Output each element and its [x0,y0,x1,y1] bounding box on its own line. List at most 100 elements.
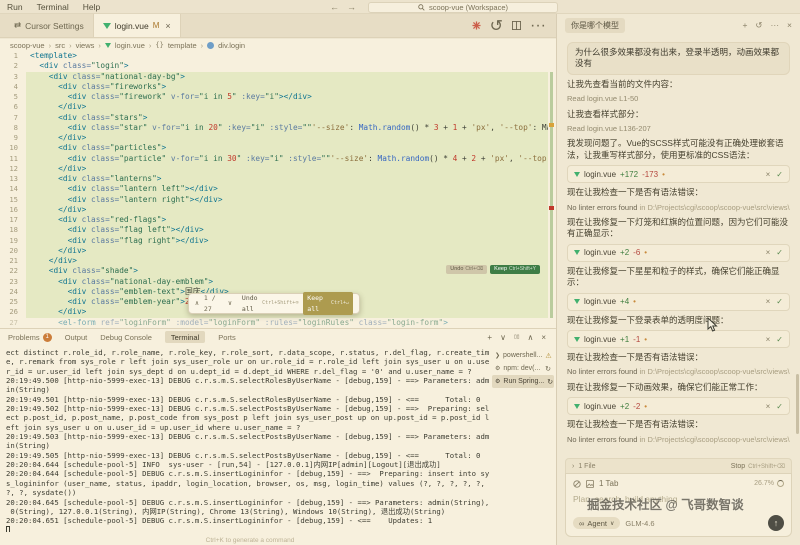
close-tab-icon[interactable]: × [165,21,170,31]
undo-button[interactable]: UndoCtrl+⌫ [446,265,487,274]
editor-tabbar: ⇄ Cursor Settings login.vue M × ↺ ··· [0,14,556,38]
next-diff-icon[interactable]: ∨ [228,298,232,308]
tab-context-chip[interactable]: 1 Tab [599,479,618,488]
panel-tab-label: Debug Console [100,333,152,342]
menubar: RunTerminalHelp ← → scoop-vue (Workspace… [0,0,800,14]
line-number: 20 [0,246,26,256]
code-text: <div class="national-day-bg"> [26,72,548,82]
chat-input[interactable]: Plan, search, build anything [573,494,784,504]
panel-tab-ports[interactable]: Ports [218,333,236,342]
code-line: 10 <div class="particles"> [0,143,556,153]
chat-scrollbar[interactable] [796,374,799,434]
reject-icon[interactable]: × [766,297,771,306]
terminal-dropdown-icon[interactable]: ∨ [500,333,506,342]
diff-card[interactable]: login.vue+4•×✓ [567,293,790,311]
code-editor[interactable]: 1<template>2 <div class="login">3 <div c… [0,51,556,328]
code-line: 7 <div class="stars"> [0,113,556,123]
history-icon[interactable]: ↺ [755,20,762,31]
stop-button[interactable]: StopCtrl+Shift+⌫ [731,463,785,470]
keep-all-button[interactable]: Keep allCtrl+↵ [303,292,353,316]
diff-card[interactable]: login.vue+172-173•×✓ [567,165,790,183]
assistant-message: 我发现问题了。Vue的SCSS样式可能没有正确处理嵌套语法，让我重写样式部分，使… [567,138,790,161]
close-panel-icon[interactable]: × [541,333,546,342]
code-text: <div class="lantern right"></div> [26,195,548,205]
diff-card[interactable]: login.vue+1-1•×✓ [567,330,790,348]
line-number: 16 [0,205,26,215]
breadcrumb-item[interactable]: src [55,41,65,50]
tool-call: Read login.vue L1-50 [567,94,790,104]
undo-all-button[interactable]: Undo allCtrl+Shift+⌫ [242,293,298,314]
diff-card[interactable]: login.vue+2-6•×✓ [567,244,790,262]
discard-changes-icon[interactable]: ↺ [490,16,503,36]
terminal-session-powershell[interactable]: ❯powershell...⚠ [492,349,554,362]
conflict-alert-icon[interactable] [472,21,481,30]
composer-bottom-bar: ∞ Agent ∨ GLM-4.6 ↑ [573,515,784,531]
menu-item-run[interactable]: Run [0,2,30,12]
more-actions-icon[interactable]: ··· [530,17,546,35]
diff-card-actions: ×✓ [766,335,783,344]
accept-icon[interactable]: ✓ [776,248,783,257]
terminal-line: ?, ?, sysdate()) [6,488,490,497]
split-editor-icon[interactable] [512,21,521,30]
breadcrumb[interactable]: scoop-vue›src›views›login.vue›{}template… [0,39,556,51]
chat-thread-title[interactable]: 你是哪个模型 [565,18,625,33]
forward-icon[interactable]: → [347,2,356,12]
breadcrumb-item[interactable]: login.vue [115,41,145,50]
menu-item-help[interactable]: Help [76,2,107,12]
reject-icon[interactable]: × [766,402,771,411]
breadcrumb-item[interactable]: div.login [218,41,245,50]
tab-label: Cursor Settings [25,21,84,31]
vue-file-icon [574,337,580,342]
line-number: 17 [0,215,26,225]
split-terminal-icon[interactable]: ▯▯ [514,334,520,340]
terminal-session-npm-dev-[interactable]: ⚙npm: dev(...↻ [492,362,554,375]
overview-ruler-warning [549,123,554,127]
line-number: 25 [0,297,26,307]
chat-messages[interactable]: 为什么很多效果都没有出来，登录半透明，动画效果都没有让我先查看当前的文件内容：R… [557,36,800,456]
model-selector[interactable]: GLM-4.6 [625,519,654,528]
close-panel-icon[interactable]: × [787,20,792,30]
prev-diff-icon[interactable]: ∧ [195,298,199,308]
accept-icon[interactable]: ✓ [776,170,783,179]
context-toggle-icon[interactable] [573,480,581,488]
image-icon[interactable] [586,480,594,488]
panel-tab-problems[interactable]: Problems1 [8,333,52,342]
code-text: <div class="lanterns"> [26,174,548,184]
terminal-hint: Ctrl+K to generate a command [60,537,440,544]
code-line: 15 <div class="lantern right"></div> [0,195,556,205]
breadcrumb-item[interactable]: scoop-vue [10,41,45,50]
breadcrumb-item[interactable]: template [168,41,197,50]
menu-item-terminal[interactable]: Terminal [30,2,76,12]
panel-tab-output[interactable]: Output [65,333,88,342]
tab-cursor-settings[interactable]: ⇄ Cursor Settings [5,14,94,37]
app-window: RunTerminalHelp ← → scoop-vue (Workspace… [0,0,800,545]
terminal-output[interactable]: ect distinct r.role_id, r.role_name, r.r… [6,348,490,532]
code-line: 3 <div class="national-day-bg"> [0,72,556,82]
workspace-search[interactable]: scoop-vue (Workspace) [368,2,558,13]
more-options-icon[interactable]: ··· [771,20,780,30]
back-icon[interactable]: ← [330,2,339,12]
chat-composer[interactable]: 1 Tab 26.7% Plan, search, build anything… [565,473,792,537]
context-files-label: 1 File [578,463,595,470]
accept-icon[interactable]: ✓ [776,297,783,306]
maximize-panel-icon[interactable]: ∧ [527,333,533,342]
reject-icon[interactable]: × [766,335,771,344]
accept-icon[interactable]: ✓ [776,402,783,411]
diff-card[interactable]: login.vue+2-2•×✓ [567,397,790,415]
send-button[interactable]: ↑ [768,515,784,531]
terminal-session-run-spring[interactable]: ⚙Run Spring...↻ [492,375,554,388]
line-number: 4 [0,82,26,92]
breadcrumb-item[interactable]: views [76,41,95,50]
agent-mode-selector[interactable]: ∞ Agent ∨ [573,517,620,529]
panel-tab-debug-console[interactable]: Debug Console [100,333,152,342]
accept-icon[interactable]: ✓ [776,335,783,344]
tab-login-vue[interactable]: login.vue M × [94,14,181,37]
new-chat-icon[interactable]: + [742,20,747,30]
panel-tab-terminal[interactable]: Terminal [165,331,205,343]
new-terminal-icon[interactable]: + [487,333,492,342]
keep-button[interactable]: KeepCtrl+Shift+Y [490,265,540,274]
chevron-right-icon[interactable]: › [572,463,574,470]
reject-icon[interactable]: × [766,248,771,257]
terminal-line: 20:20:04.645 [schedule-pool-5] DEBUG c.r… [6,498,490,507]
reject-icon[interactable]: × [766,170,771,179]
